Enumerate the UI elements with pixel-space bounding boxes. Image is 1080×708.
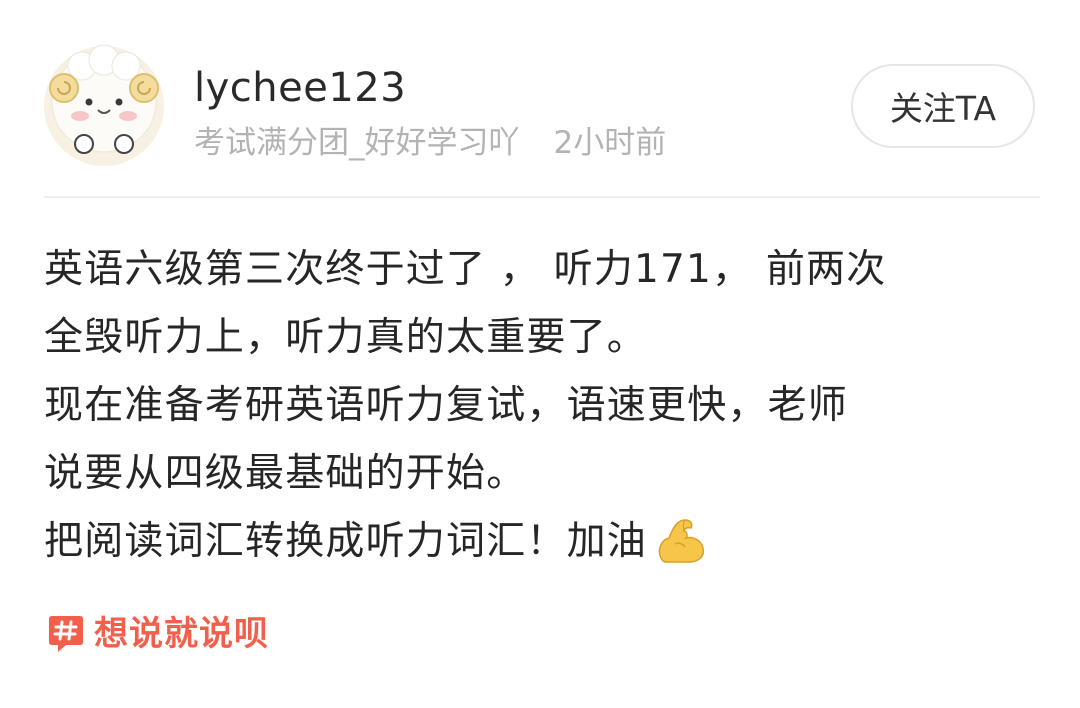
post-line-5-text: 把阅读词汇转换成听力词汇！加油 <box>44 519 648 564</box>
hashtag-icon <box>48 614 84 654</box>
author-meta: 考试满分团_好好学习吖 2小时前 <box>194 120 666 166</box>
follow-button[interactable]: 关注TA <box>851 64 1035 148</box>
author-group: 考试满分团_好好学习吖 <box>194 125 520 161</box>
post-time: 2小时前 <box>553 125 667 161</box>
avatar[interactable] <box>44 44 164 168</box>
divider <box>44 196 1040 198</box>
post-line-4: 说要从四级最基础的开始。 <box>44 451 527 496</box>
post-line-1: 英语六级第三次终于过了 ， 听力171， 前两次 <box>44 247 887 292</box>
post-line-2: 全毁听力上，听力真的太重要了。 <box>44 315 648 360</box>
post-line-5: 把阅读词汇转换成听力词汇！加油 <box>44 508 1044 576</box>
post-line-3: 现在准备考研英语听力复试，语速更快，老师 <box>44 383 849 428</box>
username[interactable]: lychee123 <box>194 62 406 114</box>
sheep-avatar-icon <box>44 44 164 166</box>
post-content: 英语六级第三次终于过了 ， 听力171， 前两次 全毁听力上，听力真的太重要了。… <box>44 236 1044 576</box>
topic-tag[interactable]: 想说就说呗 <box>48 612 269 656</box>
flexed-biceps-icon <box>653 514 709 564</box>
topic-label: 想说就说呗 <box>94 614 269 654</box>
